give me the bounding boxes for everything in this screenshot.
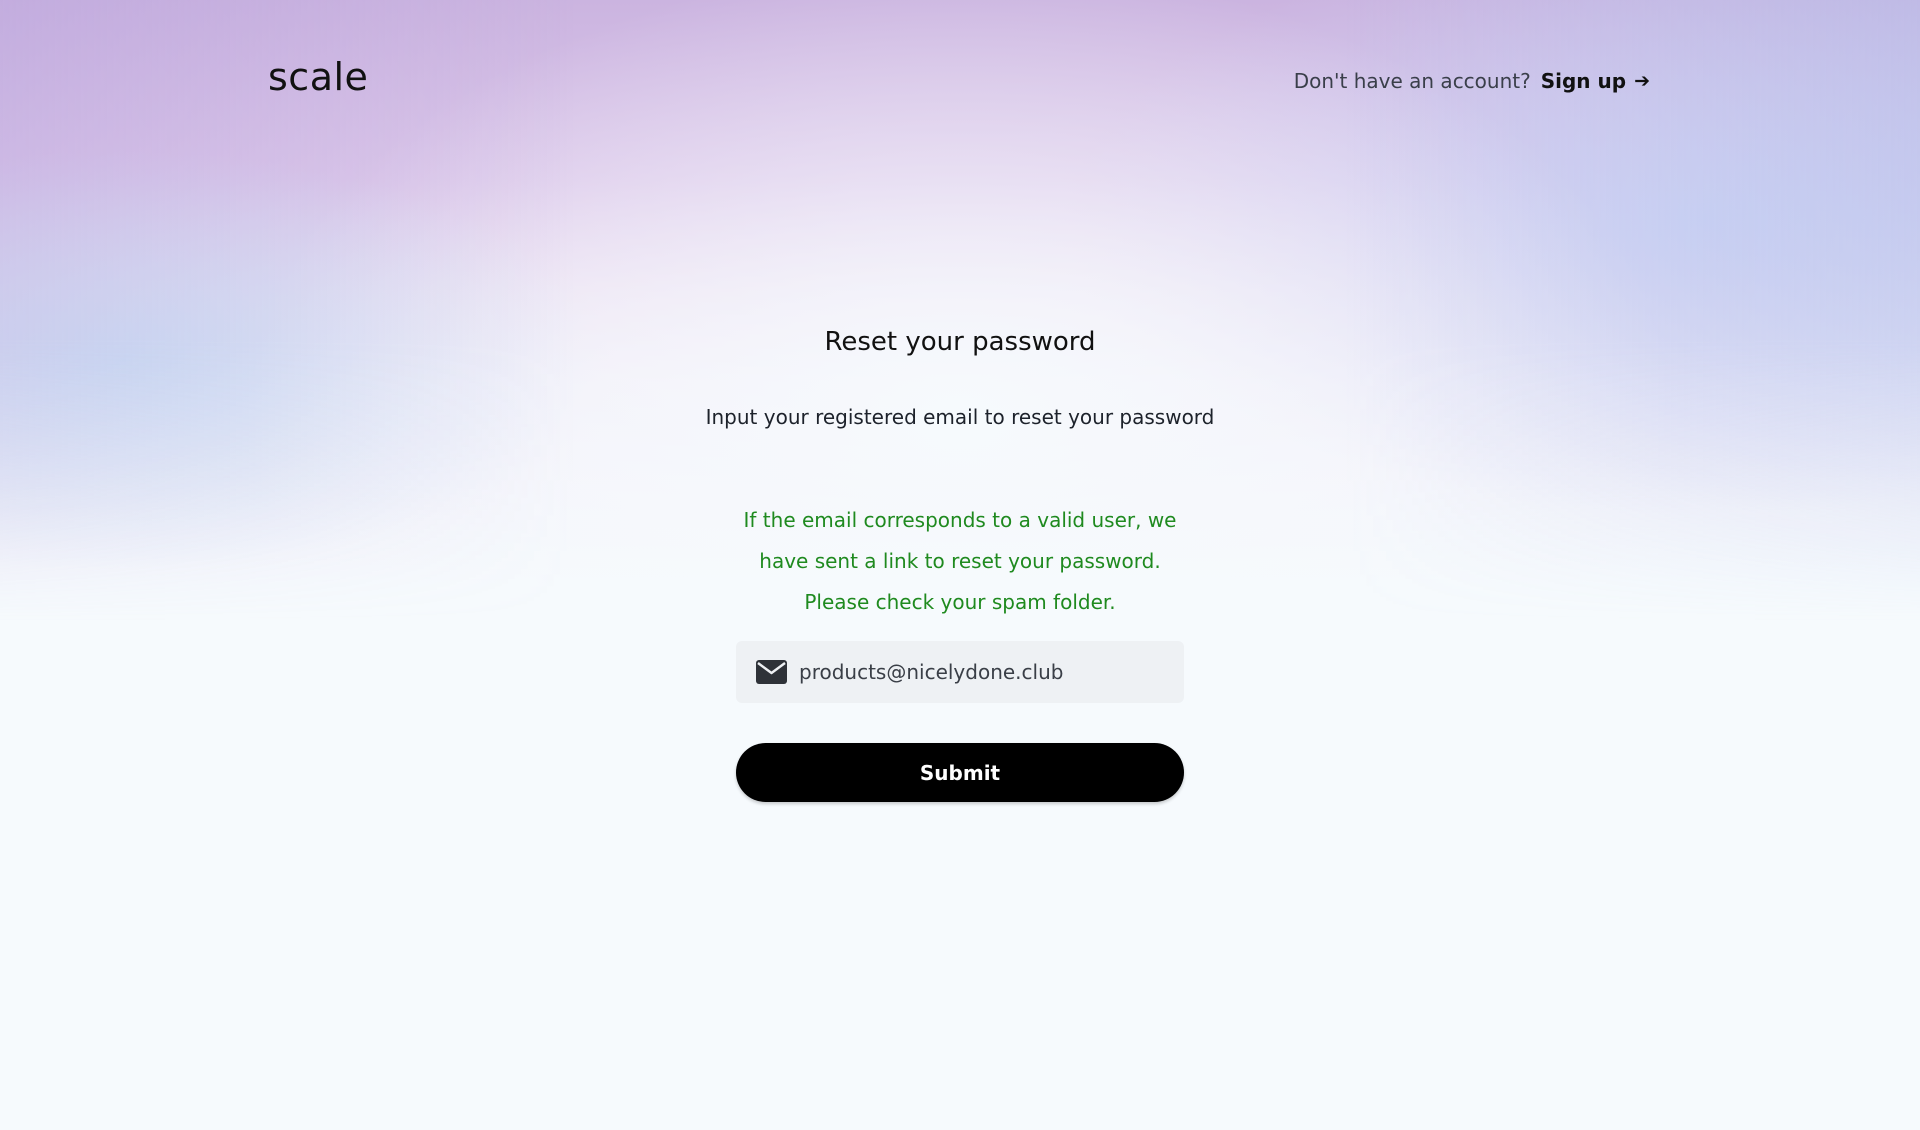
submit-button[interactable]: Submit bbox=[736, 743, 1184, 802]
envelope-icon-graphic bbox=[756, 660, 787, 684]
page-subtitle: Input your registered email to reset you… bbox=[705, 405, 1215, 429]
sign-up-link[interactable]: Sign up ➔ bbox=[1541, 68, 1650, 94]
arrow-right-icon: ➔ bbox=[1634, 70, 1650, 92]
top-nav: Don't have an account? Sign up ➔ bbox=[1294, 68, 1650, 94]
success-message: If the email corresponds to a valid user… bbox=[0, 500, 1920, 623]
sign-up-label: Sign up bbox=[1540, 69, 1627, 93]
scale-logo[interactable]: scale bbox=[268, 58, 368, 96]
envelope-icon bbox=[756, 660, 787, 684]
email-field[interactable] bbox=[736, 641, 1184, 703]
page-title: Reset your password bbox=[824, 327, 1096, 357]
success-message-line: have sent a link to reset your password. bbox=[759, 549, 1161, 573]
account-prompt: Don't have an account? bbox=[1293, 69, 1531, 93]
success-message-line: Please check your spam folder. bbox=[804, 590, 1116, 614]
email-input[interactable] bbox=[799, 660, 1169, 684]
success-message-line: If the email corresponds to a valid user… bbox=[743, 508, 1177, 532]
